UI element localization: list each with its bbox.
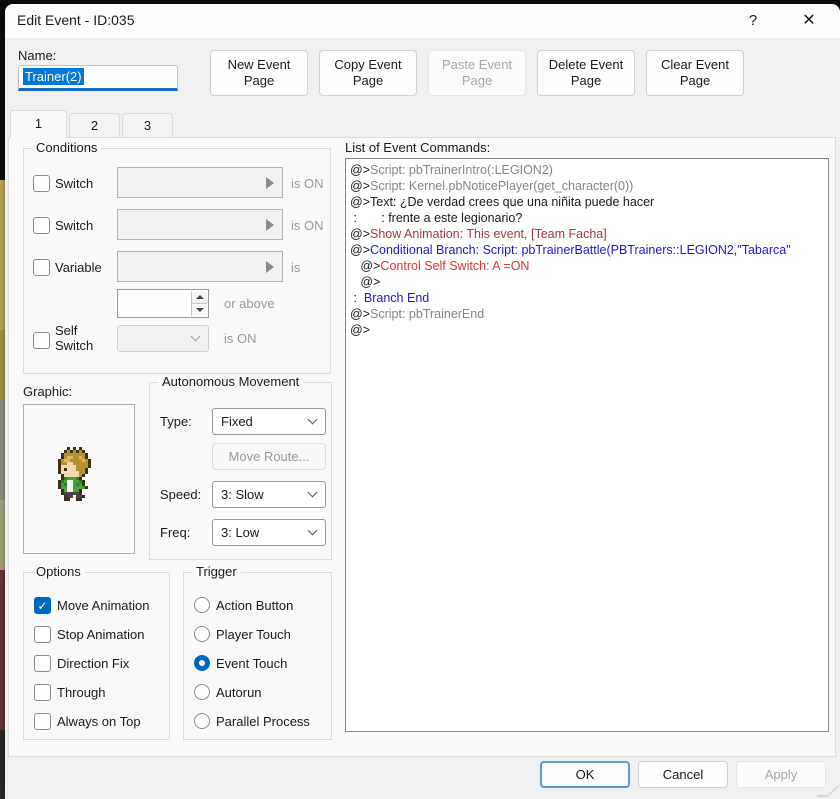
command-line[interactable]: @>Text: ¿De verdad crees que una niñita … xyxy=(350,194,828,210)
command-line[interactable]: @>Script: pbTrainerEnd xyxy=(350,306,828,322)
command-line[interactable]: : Branch End xyxy=(350,290,828,306)
self-switch-checkbox[interactable] xyxy=(33,332,50,349)
variable-combo xyxy=(117,251,283,282)
spinner-suffix: or above xyxy=(224,296,275,311)
radio-icon xyxy=(194,626,210,642)
spinner-down-icon[interactable] xyxy=(192,304,207,316)
event-graphic-sprite xyxy=(58,447,61,450)
tab-page-1[interactable]: 1 xyxy=(10,110,67,138)
option-direction-fix[interactable]: Direction Fix xyxy=(34,653,129,673)
checkbox-icon xyxy=(34,626,51,643)
ok-button[interactable]: OK xyxy=(540,761,630,788)
switch2-checkbox[interactable] xyxy=(33,217,50,234)
command-line[interactable]: @>Script: Kernel.pbNoticePlayer(get_char… xyxy=(350,178,828,194)
option-always-on-top[interactable]: Always on Top xyxy=(34,711,141,731)
name-input[interactable]: Trainer(2) xyxy=(18,65,178,91)
options-group: Options ✓ Move Animation Stop Animation … xyxy=(23,572,170,740)
variable-label: Variable xyxy=(55,260,102,275)
cancel-button[interactable]: Cancel xyxy=(638,761,728,788)
checkbox-icon xyxy=(34,684,51,701)
self-switch-label: Self Switch xyxy=(55,323,111,353)
freq-label: Freq: xyxy=(160,525,190,540)
switch1-checkbox[interactable] xyxy=(33,175,50,192)
chevron-down-icon xyxy=(308,414,318,424)
conditions-legend: Conditions xyxy=(32,140,101,155)
trigger-legend: Trigger xyxy=(192,564,241,579)
help-icon[interactable]: ? xyxy=(738,10,768,32)
switch1-label: Switch xyxy=(55,176,93,191)
radio-icon xyxy=(194,597,210,613)
switch1-combo xyxy=(117,167,283,198)
radio-icon xyxy=(194,713,210,729)
checkbox-checked-icon: ✓ xyxy=(34,597,51,614)
delete-event-page-button[interactable]: Delete Event Page xyxy=(537,50,635,96)
tab-page-2[interactable]: 2 xyxy=(69,113,120,138)
variable-suffix: is xyxy=(291,260,300,275)
command-line[interactable]: @>Control Self Switch: A =ON xyxy=(350,258,828,274)
tab-page-3[interactable]: 3 xyxy=(122,113,173,138)
trigger-player-touch[interactable]: Player Touch xyxy=(194,624,291,644)
trigger-group: Trigger Action Button Player Touch Event… xyxy=(183,572,332,740)
trigger-action-button[interactable]: Action Button xyxy=(194,595,293,615)
switch1-suffix: is ON xyxy=(291,176,324,191)
self-switch-combo xyxy=(117,325,209,352)
name-label: Name: xyxy=(18,48,56,63)
movement-freq-select[interactable]: 3: Low xyxy=(212,519,326,546)
apply-button: Apply xyxy=(736,761,826,788)
trigger-parallel-process[interactable]: Parallel Process xyxy=(194,711,310,731)
options-legend: Options xyxy=(32,564,85,579)
move-route-button: Move Route... xyxy=(212,443,326,470)
switch2-combo xyxy=(117,209,283,240)
command-line[interactable]: @> xyxy=(350,274,828,290)
chevron-down-icon xyxy=(308,487,318,497)
window-title: Edit Event - ID:035 xyxy=(17,12,135,28)
paste-event-page-button: Paste Event Page xyxy=(428,50,526,96)
variable-value-spinner[interactable] xyxy=(117,289,209,318)
option-through[interactable]: Through xyxy=(34,682,105,702)
radio-selected-icon xyxy=(194,655,210,671)
checkbox-icon xyxy=(34,655,51,672)
command-line[interactable]: : : frente a este legionario? xyxy=(350,210,828,226)
edit-event-dialog: Edit Event - ID:035 ? ✕ Name: Trainer(2)… xyxy=(5,4,840,799)
variable-checkbox[interactable] xyxy=(33,259,50,276)
tab-page-panel: Conditions Switch is ON Switch is ON Var… xyxy=(8,137,836,757)
titlebar[interactable]: Edit Event - ID:035 ? ✕ xyxy=(5,4,840,38)
option-move-animation[interactable]: ✓ Move Animation xyxy=(34,595,150,615)
clear-event-page-button[interactable]: Clear Event Page xyxy=(646,50,744,96)
self-switch-suffix: is ON xyxy=(224,331,257,346)
spinner-up-icon[interactable] xyxy=(192,291,207,304)
chevron-down-icon xyxy=(308,525,318,535)
chevron-down-icon xyxy=(191,331,201,341)
new-event-page-button[interactable]: New Event Page xyxy=(210,50,308,96)
autonomous-movement-group: Autonomous Movement Type: Fixed Move Rou… xyxy=(149,382,332,560)
graphic-label: Graphic: xyxy=(23,384,72,399)
dropdown-arrow-icon xyxy=(266,219,274,231)
autonomous-movement-legend: Autonomous Movement xyxy=(158,374,303,389)
dropdown-arrow-icon xyxy=(266,261,274,273)
type-label: Type: xyxy=(160,414,192,429)
dropdown-arrow-icon xyxy=(266,177,274,189)
copy-event-page-button[interactable]: Copy Event Page xyxy=(319,50,417,96)
checkbox-icon xyxy=(34,713,51,730)
command-line[interactable]: @> xyxy=(350,322,828,338)
command-line[interactable]: @>Conditional Branch: Script: pbTrainerB… xyxy=(350,242,828,258)
trigger-autorun[interactable]: Autorun xyxy=(194,682,262,702)
command-line[interactable]: @>Show Animation: This event, [Team Fach… xyxy=(350,226,828,242)
conditions-group: Conditions Switch is ON Switch is ON Var… xyxy=(23,148,331,374)
event-commands-label: List of Event Commands: xyxy=(345,140,490,155)
option-stop-animation[interactable]: Stop Animation xyxy=(34,624,144,644)
switch2-label: Switch xyxy=(55,218,93,233)
name-input-selected-text: Trainer(2) xyxy=(23,68,84,85)
movement-speed-select[interactable]: 3: Slow xyxy=(212,481,326,508)
graphic-box[interactable] xyxy=(23,404,135,554)
close-icon[interactable]: ✕ xyxy=(794,10,824,32)
event-commands-list[interactable]: @>Script: pbTrainerIntro(:LEGION2)@>Scri… xyxy=(345,158,829,732)
speed-label: Speed: xyxy=(160,487,201,502)
trigger-event-touch[interactable]: Event Touch xyxy=(194,653,287,673)
radio-icon xyxy=(194,684,210,700)
switch2-suffix: is ON xyxy=(291,218,324,233)
command-line[interactable]: @>Script: pbTrainerIntro(:LEGION2) xyxy=(350,162,828,178)
movement-type-select[interactable]: Fixed xyxy=(212,408,326,435)
